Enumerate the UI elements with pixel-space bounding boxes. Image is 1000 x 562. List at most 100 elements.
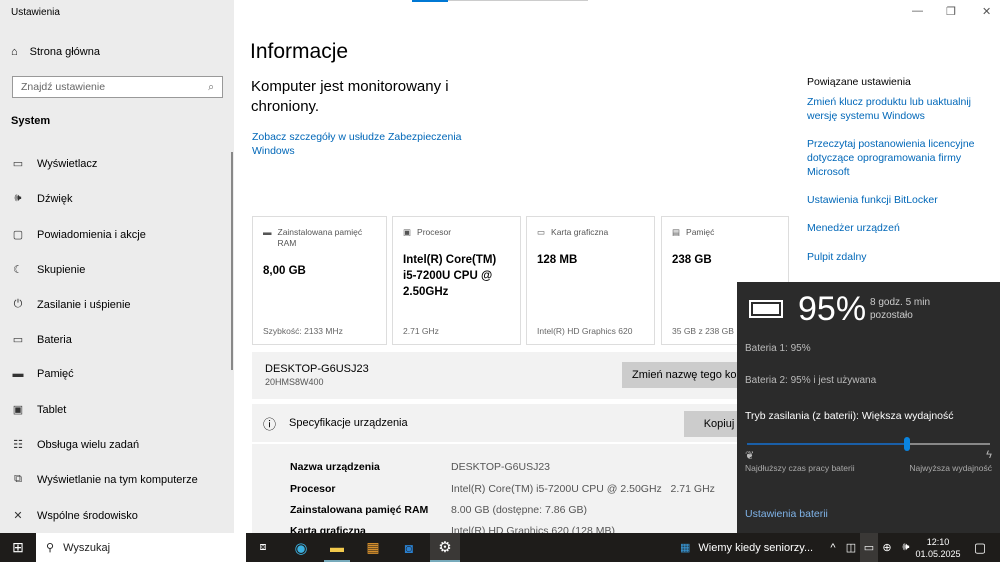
gpu-icon: ▭ [537, 227, 546, 237]
section-heading: System [11, 115, 51, 127]
nav-label: Obsługa wielu zadań [37, 438, 140, 451]
ram-icon: ▬ [263, 227, 272, 237]
power-mode-label: Tryb zasilania (z baterii): Większa wyda… [745, 410, 954, 422]
battery-2-status: Bateria 2: 95% i jest używana [745, 375, 877, 386]
battery-tray-icon[interactable]: ▭ [860, 533, 878, 562]
search-icon: ⌕ [208, 81, 214, 93]
moon-icon: ☾ [13, 264, 23, 276]
spec-key: Procesor [290, 483, 336, 495]
info-icon: ⓘ [263, 417, 277, 432]
project-icon: ⧉ [14, 473, 22, 485]
specs-header: ⓘ Specyfikacje urządzenia Kopiuj [252, 404, 754, 442]
lightning-icon: ϟ [986, 449, 992, 461]
action-center-icon[interactable]: ▢ [968, 533, 992, 562]
card-sub: 2.71 GHz [403, 326, 439, 336]
spec-value: 8.00 GB (dostępne: 7.86 GB) [451, 504, 587, 516]
time-remaining-label: pozostało [870, 310, 913, 321]
related-link[interactable]: Przeczytaj postanowienia licencyjne doty… [807, 137, 987, 179]
home-icon: ⌂ [11, 46, 18, 58]
sidebar-item-notifications[interactable]: ▢ Powiadomienia i akcje [11, 228, 146, 242]
taskbar-search[interactable]: ⚲ Wyszukaj [36, 533, 246, 562]
card-sub: Szybkość: 2133 MHz [263, 326, 343, 336]
nav-label: Wyświetlacz [37, 157, 98, 170]
battery-1-status: Bateria 1: 95% [745, 343, 811, 354]
sidebar-item-shared[interactable]: ✕ Wspólne środowisko [11, 509, 138, 523]
minimize-button[interactable]: — [912, 5, 923, 17]
battery-percent: 95% [798, 290, 867, 328]
spec-value: DESKTOP-G6USJ23 [451, 461, 551, 473]
display-icon: ▭ [12, 158, 24, 170]
related-link[interactable]: Pulpit zdalny [807, 250, 987, 264]
file-explorer-icon[interactable]: ▬ [324, 533, 350, 562]
related-link[interactable]: Menedżer urządzeń [807, 221, 987, 235]
sidebar-item-power[interactable]: ⏻ Zasilanie i uśpienie [11, 298, 131, 311]
sidebar-item-multitasking[interactable]: ☷ Obsługa wielu zadań [11, 438, 140, 452]
start-button[interactable]: ⊞ [0, 533, 36, 562]
multitask-icon: ☷ [13, 439, 23, 451]
divider [448, 0, 588, 1]
card-label: Karta graficzna [551, 227, 609, 237]
battery-flyout: 95% 8 godz. 5 min pozostało Bateria 1: 95… [737, 282, 1000, 533]
related-link[interactable]: Zmień klucz produktu lub uaktualnij wers… [807, 95, 987, 123]
device-model: 20HMS8W400 [265, 377, 324, 387]
card-label: Zainstalowana pamięć RAM [277, 227, 363, 248]
sidebar-item-tablet[interactable]: ▣ Tablet [11, 403, 67, 417]
sidebar-home[interactable]: ⌂ Strona główna [11, 46, 100, 58]
nav-label: Zasilanie i uśpienie [37, 298, 131, 311]
store-icon[interactable]: ▦ [360, 533, 386, 562]
app-title: Ustawienia [11, 7, 60, 18]
settings-icon[interactable]: ⚙ [430, 533, 460, 562]
chevron-up-icon[interactable]: ^ [826, 533, 840, 562]
specs-title: Specyfikacje urządzenia [289, 417, 408, 429]
sidebar-item-projecting[interactable]: ⧉ Wyświetlanie na tym komputerze [11, 473, 198, 486]
nav-label: Powiadomienia i akcje [37, 228, 146, 241]
search-icon: ⚲ [46, 542, 55, 554]
sidebar: Ustawienia ⌂ Strona główna Znajdź ustawie… [0, 0, 234, 533]
card-value: 128 MB [537, 254, 578, 266]
related-link[interactable]: Ustawienia funkcji BitLocker [807, 193, 987, 207]
windows-icon: ⊞ [12, 539, 24, 555]
network-icon[interactable]: ⊕ [880, 533, 894, 562]
spec-key: Zainstalowana pamięć RAM [290, 504, 429, 516]
rename-button[interactable]: Zmień nazwę tego kom [622, 362, 756, 388]
close-button[interactable]: ✕ [982, 5, 991, 18]
sidebar-item-battery[interactable]: ▭ Bateria [11, 333, 72, 347]
power-icon: ⏻ [13, 298, 23, 310]
sidebar-item-sound[interactable]: 🕪 Dźwięk [11, 192, 73, 205]
home-label: Strona główna [29, 46, 100, 58]
device-name: DESKTOP-G6USJ23 [265, 363, 369, 375]
meet-icon[interactable]: ◫ [844, 533, 858, 562]
outlook-icon[interactable]: ◙ [396, 533, 422, 562]
date: 01.05.2025 [915, 548, 961, 559]
security-link[interactable]: Zobacz szczegóły w usłudze Zabezpieczeni… [252, 130, 472, 158]
nav-label: Wspólne środowisko [37, 509, 138, 522]
search-input[interactable]: Znajdź ustawienie ⌕ [12, 76, 223, 98]
search-placeholder: Znajdź ustawienie [21, 81, 106, 93]
cpu-card: ▣ Procesor Intel(R) Core(TM) i5-7200U CPU … [392, 216, 521, 345]
slider-thumb[interactable] [904, 437, 911, 451]
sidebar-item-display[interactable]: ▭ Wyświetlacz [11, 157, 98, 171]
nav-label: Tablet [37, 403, 67, 416]
task-view-icon: ⧈ [259, 541, 267, 553]
speaker-icon: 🕪 [14, 192, 22, 204]
sidebar-scrollbar[interactable] [231, 152, 233, 370]
gpu-card: ▭ Karta graficzna 128 MB Intel(R) HD Graphi… [526, 216, 655, 345]
slider-fill [747, 443, 908, 445]
sidebar-item-focus[interactable]: ☾ Skupienie [11, 263, 85, 277]
shared-icon: ✕ [13, 510, 23, 522]
battery-settings-link[interactable]: Ustawienia baterii [745, 508, 828, 520]
news-widget[interactable]: ▦ Wiemy kiedy seniorzy... [680, 533, 813, 562]
maximize-button[interactable]: ❐ [946, 5, 956, 18]
search-text: Wyszukaj [63, 541, 111, 554]
slider-right-label: Najwyższa wydajność [909, 463, 992, 473]
time-remaining: 8 godz. 5 min [870, 297, 931, 308]
time: 12:10 [926, 536, 950, 547]
power-mode-slider[interactable] [747, 437, 990, 451]
clock[interactable]: 12:10 01.05.2025 [915, 533, 961, 562]
storage-icon: ▬ [12, 368, 24, 380]
edge-icon[interactable]: ◉ [288, 533, 314, 562]
task-view-button[interactable]: ⧈ [252, 533, 274, 562]
volume-icon[interactable]: 🕪 [898, 533, 914, 562]
sidebar-item-storage[interactable]: ▬ Pamięć [11, 368, 74, 380]
card-value: Intel(R) Core(TM) i5-7200U CPU @ 2.50GHz [403, 254, 497, 298]
